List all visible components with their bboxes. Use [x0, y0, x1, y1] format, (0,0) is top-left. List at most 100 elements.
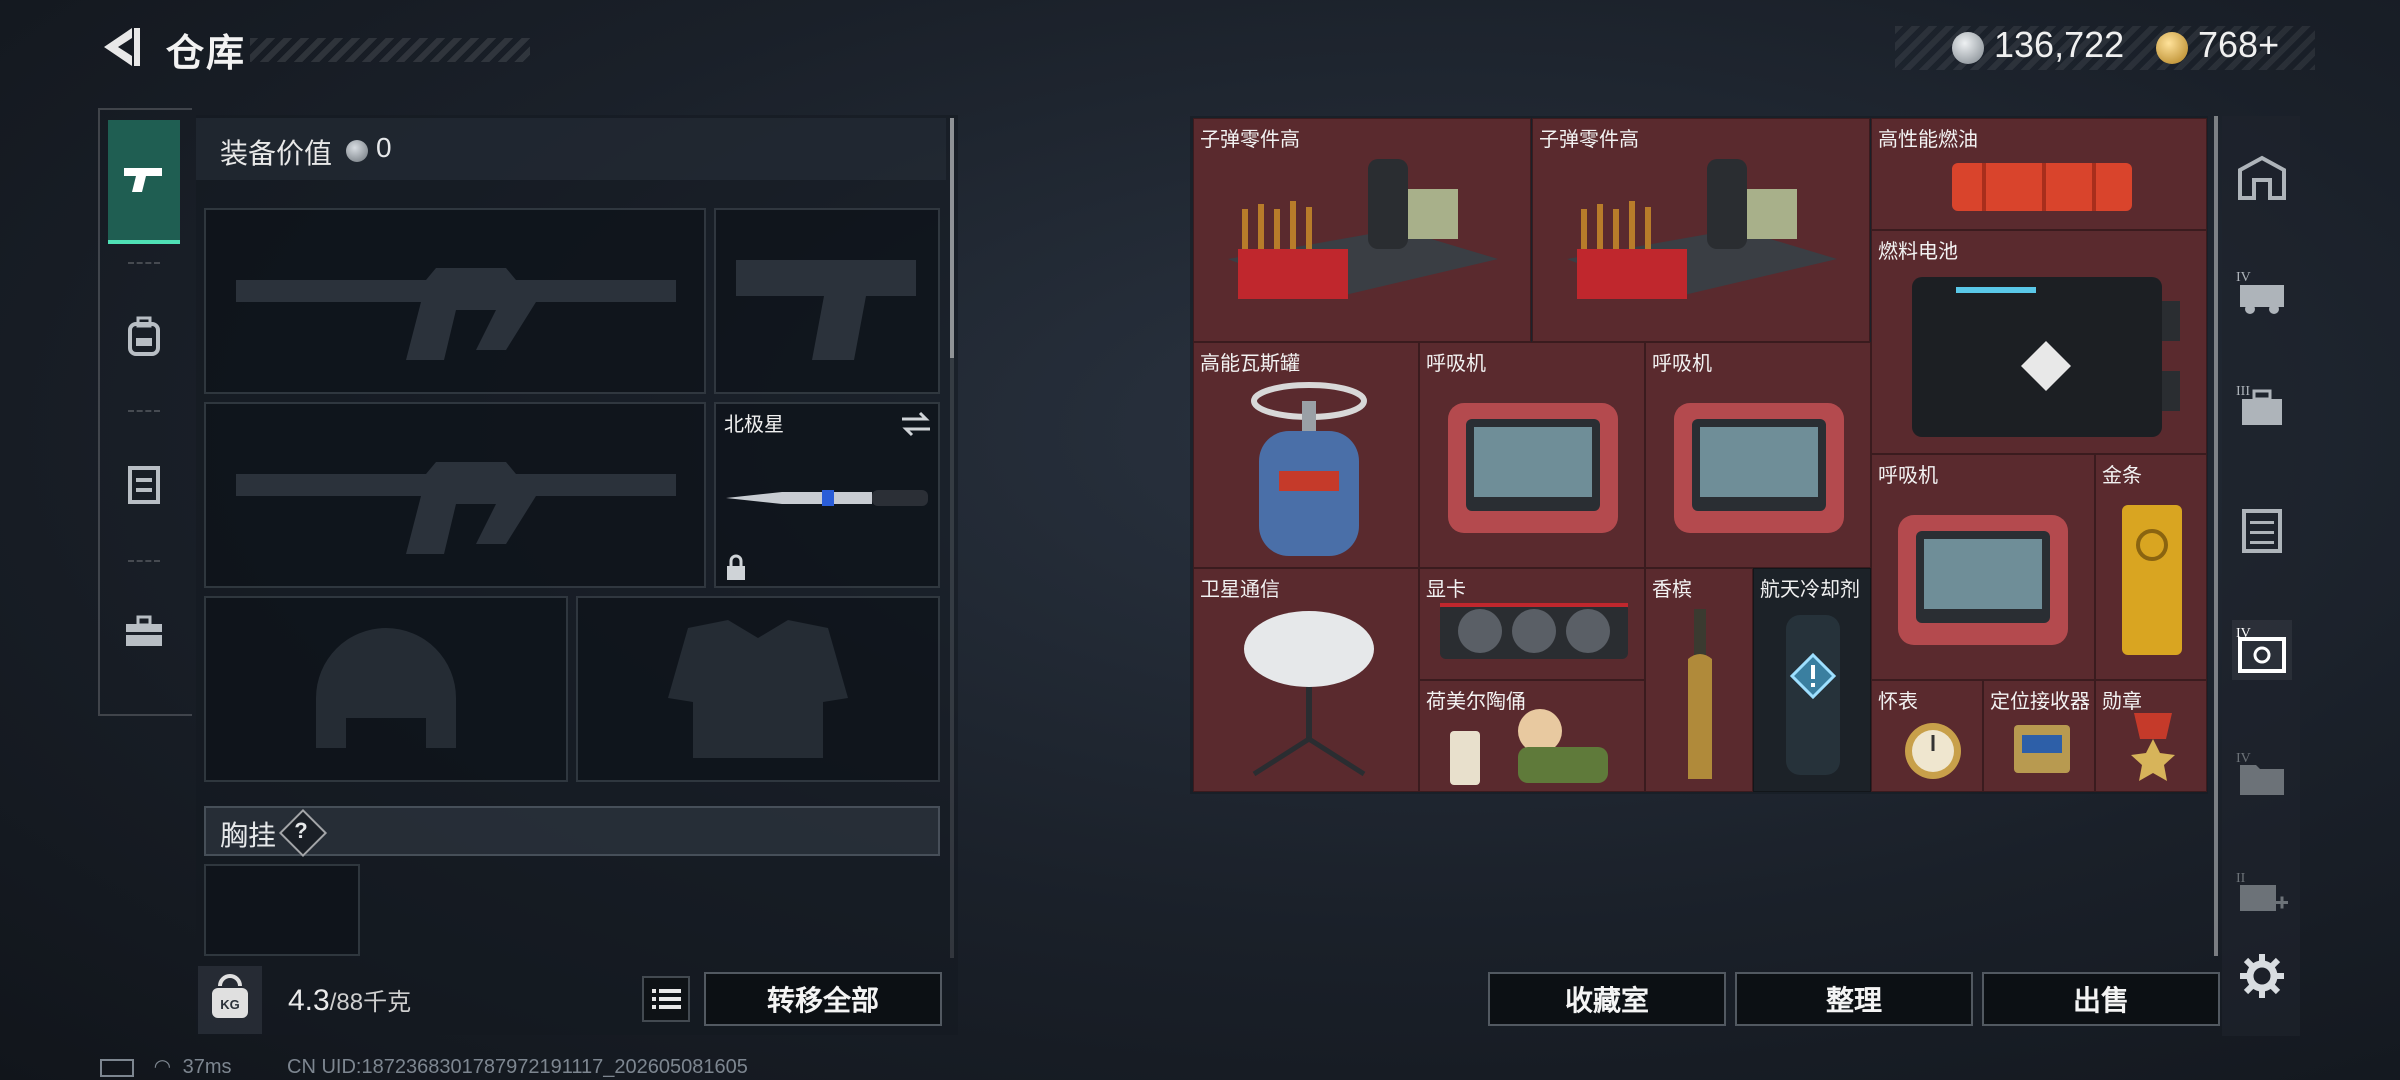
pistol-silhouette-icon: [736, 260, 916, 360]
equipment-scroll-thumb[interactable]: [950, 118, 954, 358]
lock-icon: [727, 554, 745, 580]
transfer-all-button[interactable]: 转移全部: [704, 972, 942, 1026]
item-name: 呼吸机: [1652, 353, 1712, 375]
melee-item-name: 北极星: [724, 414, 784, 436]
stash-tab-4a[interactable]: IV: [2232, 262, 2292, 322]
secondary-weapon-slot[interactable]: [204, 402, 706, 588]
tab-weapons[interactable]: [108, 120, 180, 244]
helmet-silhouette-icon: [316, 628, 456, 748]
stash-tab-add[interactable]: II: [2232, 864, 2292, 924]
helmet-slot[interactable]: [204, 596, 568, 782]
stash-item-figurine[interactable]: 荷美尔陶俑: [1419, 680, 1645, 792]
weight-readout: 4.3/88千克: [288, 982, 411, 1018]
sort-button[interactable]: 整理: [1735, 972, 1973, 1026]
satellite-dish-icon: [1244, 611, 1374, 777]
monitor-device-icon: [1674, 403, 1844, 533]
header-decoration: [250, 38, 530, 62]
stash-item-locator[interactable]: 定位接收器: [1983, 680, 2095, 792]
stash-item-gpu[interactable]: 显卡: [1419, 568, 1645, 680]
item-name: 呼吸机: [1878, 465, 1938, 487]
pistol-icon: [124, 168, 162, 192]
fuel-canister-icon: [1952, 163, 2132, 211]
stash-tab-3[interactable]: III: [2232, 376, 2292, 436]
coin-balance: 136,722: [1994, 24, 2125, 65]
tab-armor[interactable]: [108, 424, 180, 544]
wifi-icon: ◠: [153, 1056, 172, 1078]
stash-item-respirator[interactable]: 呼吸机: [1645, 342, 1871, 568]
document-stack-icon: [2242, 509, 2282, 553]
premium-balance[interactable]: 768+: [2198, 24, 2279, 66]
stash-tab-main[interactable]: [2232, 148, 2292, 208]
primary-weapon-slot[interactable]: [204, 208, 706, 394]
rifle-silhouette-icon: [236, 268, 676, 360]
battery-icon: [100, 1058, 134, 1077]
back-arrow-icon[interactable]: [96, 22, 146, 72]
monitor-device-icon: [1448, 403, 1618, 533]
item-name: 定位接收器: [1990, 691, 2090, 713]
tab-backpack[interactable]: [108, 276, 180, 396]
add-container-icon: II: [2236, 871, 2288, 911]
melee-slot[interactable]: 北极星: [714, 402, 940, 588]
page-title: 仓库: [166, 33, 247, 75]
collection-room-button[interactable]: 收藏室: [1488, 972, 1726, 1026]
stash-item-respirator[interactable]: 呼吸机: [1871, 454, 2095, 680]
briefcase-icon: [126, 615, 162, 646]
help-icon[interactable]: ?: [286, 816, 316, 846]
list-view-button[interactable]: [642, 976, 690, 1022]
bottle-icon: [1688, 609, 1712, 779]
knife-icon: [726, 490, 928, 506]
vest-icon: [128, 466, 160, 504]
item-name: 子弹零件高: [1200, 129, 1300, 151]
pocket-watch-icon: [1905, 723, 1961, 779]
pistol-slot[interactable]: [714, 208, 940, 394]
premium-currency-icon: [2156, 32, 2188, 64]
stash-item-fuel[interactable]: 高性能燃油: [1871, 118, 2207, 230]
list-icon: [652, 989, 681, 1009]
chest-rig-label: 胸挂: [220, 820, 277, 851]
item-name: 呼吸机: [1426, 353, 1486, 375]
stash-item-satellite[interactable]: 卫星通信: [1193, 568, 1419, 792]
monitor-device-icon: [1898, 515, 2068, 645]
stash-item-coolant[interactable]: 航天冷却剂: [1753, 568, 1871, 792]
coolant-bag-icon: [1786, 615, 1840, 775]
stash-item-gold-bar[interactable]: 金条: [2095, 454, 2207, 680]
stash-item-gas-canister[interactable]: 高能瓦斯罐: [1193, 342, 1419, 568]
stash-item-fuel-cell[interactable]: 燃料电池: [1871, 230, 2207, 454]
folder-icon: IV: [2236, 751, 2284, 795]
swap-icon[interactable]: [900, 410, 932, 438]
tier-label: III: [2236, 384, 2250, 399]
item-name: 子弹零件高: [1539, 129, 1639, 151]
stash-item-pocket-watch[interactable]: 怀表: [1871, 680, 1983, 792]
stash-tab-documents[interactable]: [2232, 500, 2292, 560]
chest-rig-slot[interactable]: [204, 864, 360, 956]
gold-bar-icon: [2122, 505, 2182, 655]
stash-item-bullet-parts[interactable]: 子弹零件高: [1193, 118, 1531, 342]
kettlebell-icon: KG: [212, 974, 248, 1018]
item-name: 高性能燃油: [1878, 129, 1978, 151]
stash-tab-4b-active[interactable]: IV: [2232, 620, 2292, 680]
item-name: 航天冷却剂: [1760, 579, 1860, 601]
tier-label: IV: [2236, 270, 2251, 285]
weight-badge: KG: [198, 966, 262, 1034]
ammo-crate-icon: [1567, 159, 1837, 299]
rifle-silhouette-icon: [236, 462, 676, 554]
stash-item-respirator[interactable]: 呼吸机: [1419, 342, 1645, 568]
stash-scroll-thumb[interactable]: [2214, 116, 2218, 956]
weight-current: 4.3: [288, 984, 330, 1017]
battery-icon: [1912, 277, 2180, 437]
uid-text: CN UID:1872368301787972191117_2026050816…: [287, 1056, 748, 1078]
tier-label: II: [2236, 871, 2246, 886]
tab-case[interactable]: [108, 572, 180, 692]
stash-tab-4c[interactable]: IV: [2232, 744, 2292, 804]
ping-text: 37ms: [182, 1056, 232, 1078]
stash-item-champagne[interactable]: 香槟: [1645, 568, 1753, 792]
stash-item-medal[interactable]: 勋章: [2095, 680, 2207, 792]
sell-button[interactable]: 出售: [1982, 972, 2220, 1026]
armor-slot[interactable]: [576, 596, 940, 782]
settings-button[interactable]: [2232, 946, 2292, 1006]
stash-item-bullet-parts[interactable]: 子弹零件高: [1532, 118, 1870, 342]
coin-icon: [346, 140, 368, 162]
gear-icon: [2240, 954, 2284, 998]
rail-divider: [128, 410, 160, 413]
backpack-icon: [128, 316, 160, 356]
